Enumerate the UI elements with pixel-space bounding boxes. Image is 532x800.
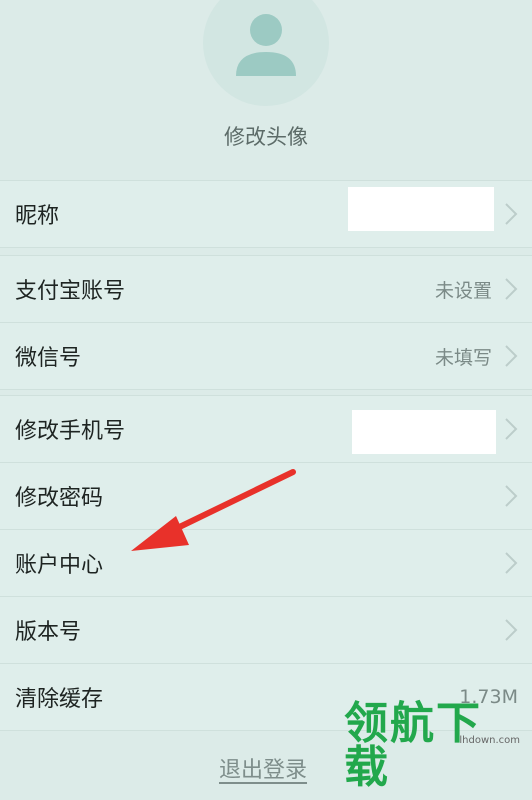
watermark-text: 领航下载 xyxy=(344,698,482,793)
watermark: lhdown.com 领航下载 xyxy=(344,702,524,790)
annotation-arrow-icon xyxy=(131,469,296,551)
